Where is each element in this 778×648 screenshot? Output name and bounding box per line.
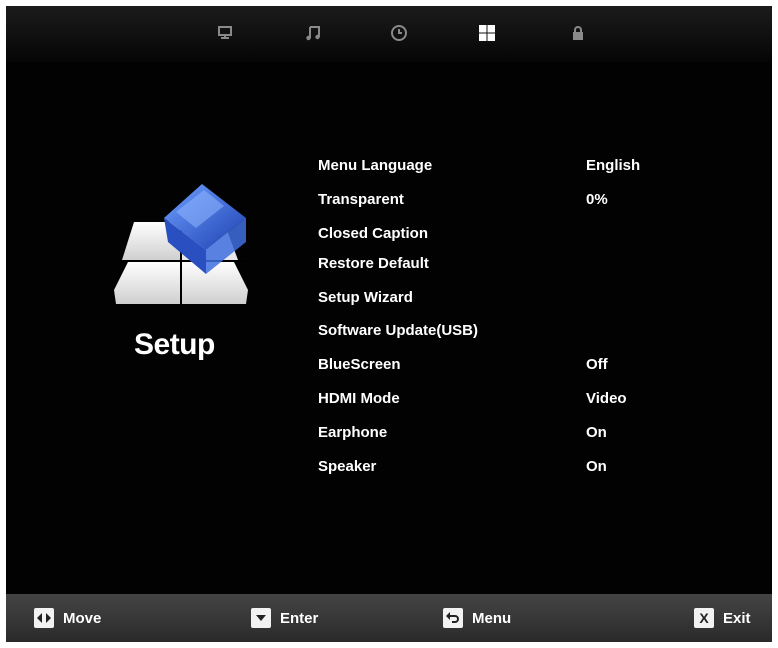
menu-item-transparent[interactable]: Transparent 0%	[318, 191, 738, 215]
menu-item-hdmi-mode[interactable]: HDMI Mode Video	[318, 390, 738, 414]
menu-item-speaker[interactable]: Speaker On	[318, 458, 738, 482]
menu-item-label: BlueScreen	[318, 356, 401, 373]
hint-menu[interactable]: Menu	[443, 608, 511, 628]
menu-item-menu-language[interactable]: Menu Language English	[318, 157, 738, 181]
menu-item-label: Software Update(USB)	[318, 322, 479, 339]
tab-sound[interactable]	[301, 21, 325, 45]
menu-item-label: Speaker	[318, 458, 377, 475]
section-title: Setup	[134, 328, 215, 361]
setup-grid-icon	[479, 25, 495, 41]
menu-item-closed-caption[interactable]: Closed Caption	[318, 225, 738, 249]
menu-item-label: Setup Wizard	[318, 289, 413, 306]
menu-item-bluescreen[interactable]: BlueScreen Off	[318, 356, 738, 380]
hint-move-label: Move	[63, 609, 102, 627]
hint-menu-label: Menu	[472, 609, 512, 627]
osd-screen: Setup Menu Language English Transparent …	[6, 6, 772, 642]
menu-item-label: Menu Language	[318, 157, 433, 174]
menu-item-setup-wizard[interactable]: Setup Wizard	[318, 289, 738, 313]
hint-exit-label: Exit	[723, 609, 751, 627]
x-key-icon: X	[694, 608, 714, 628]
tab-setup[interactable]	[475, 21, 499, 45]
menu-item-value: Video	[586, 390, 627, 407]
menu-item-restore-default[interactable]: Restore Default	[318, 255, 738, 279]
monitor-icon	[218, 26, 232, 39]
setup-cube-icon	[114, 184, 248, 306]
left-right-arrows-icon	[34, 608, 54, 628]
down-arrow-icon	[251, 608, 271, 628]
menu-item-label: HDMI Mode	[318, 390, 400, 407]
menu-item-software-update[interactable]: Software Update(USB)	[318, 322, 738, 346]
menu-item-value: English	[586, 157, 641, 174]
tab-time[interactable]	[387, 21, 411, 45]
hint-move[interactable]: Move	[34, 608, 101, 628]
return-arrow-icon	[443, 608, 463, 628]
hint-exit[interactable]: X Exit	[694, 608, 751, 628]
menu-item-value: 0%	[586, 191, 608, 208]
tab-lock[interactable]	[566, 21, 590, 45]
menu-item-label: Closed Caption	[318, 225, 429, 242]
menu-item-label: Restore Default	[318, 255, 429, 272]
menu-item-earphone[interactable]: Earphone On	[318, 424, 738, 448]
music-note-icon	[306, 26, 320, 41]
menu-item-label: Transparent	[318, 191, 404, 208]
menu-item-value: On	[586, 458, 607, 475]
top-tab-bar	[6, 6, 772, 62]
menu-item-label: Earphone	[318, 424, 388, 441]
bottom-hint-bar: Move Enter Menu X Exit	[6, 594, 772, 642]
tab-picture[interactable]	[213, 21, 237, 45]
hint-enter[interactable]: Enter	[251, 608, 318, 628]
menu-item-value: On	[586, 424, 607, 441]
menu-item-value: Off	[586, 356, 608, 373]
hint-enter-label: Enter	[280, 609, 319, 627]
lock-icon	[573, 26, 583, 40]
clock-icon	[391, 25, 407, 41]
x-key-glyph: X	[699, 610, 709, 626]
